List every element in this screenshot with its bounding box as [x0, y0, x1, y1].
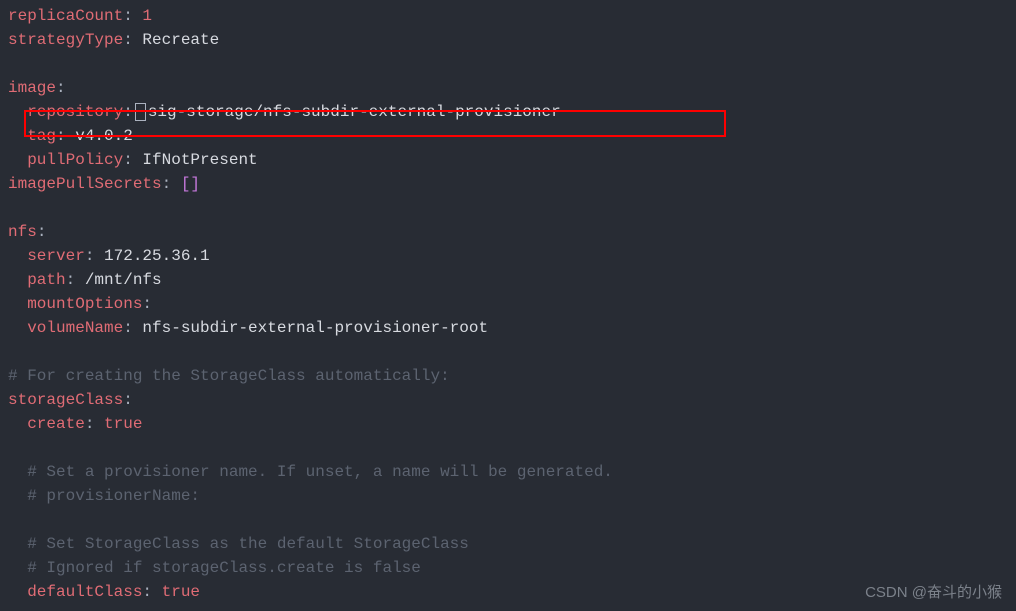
code-line [8, 52, 1016, 76]
yaml-key: strategyType [8, 31, 123, 49]
yaml-key: replicaCount [8, 7, 123, 25]
code-line: storageClass: [8, 388, 1016, 412]
yaml-value: nfs-subdir-external-provisioner-root [142, 319, 488, 337]
yaml-value: Recreate [142, 31, 219, 49]
yaml-key: create [27, 415, 85, 433]
code-line: volumeName: nfs-subdir-external-provisio… [8, 316, 1016, 340]
code-editor[interactable]: replicaCount: 1 strategyType: Recreate i… [0, 4, 1016, 604]
yaml-key: volumeName [27, 319, 123, 337]
code-line: create: true [8, 412, 1016, 436]
yaml-key: server [27, 247, 85, 265]
code-line: strategyType: Recreate [8, 28, 1016, 52]
yaml-value: [] [181, 175, 200, 193]
yaml-key: repository [27, 103, 123, 121]
code-line: # Ignored if storageClass.create is fals… [8, 556, 1016, 580]
code-line [8, 508, 1016, 532]
code-line: # Set a provisioner name. If unset, a na… [8, 460, 1016, 484]
code-line: image: [8, 76, 1016, 100]
code-line: mountOptions: [8, 292, 1016, 316]
yaml-comment: # Ignored if storageClass.create is fals… [27, 559, 421, 577]
yaml-key: tag [27, 127, 56, 145]
code-line [8, 196, 1016, 220]
yaml-key: pullPolicy [27, 151, 123, 169]
yaml-comment: # Set StorageClass as the default Storag… [27, 535, 469, 553]
code-line: nfs: [8, 220, 1016, 244]
code-line: server: 172.25.36.1 [8, 244, 1016, 268]
yaml-key: path [27, 271, 65, 289]
yaml-value: v4.0.2 [75, 127, 133, 145]
yaml-value: 172.25.36.1 [104, 247, 210, 265]
code-line: path: /mnt/nfs [8, 268, 1016, 292]
code-line: repository:sig-storage/nfs-subdir-extern… [8, 100, 1016, 124]
code-line: # For creating the StorageClass automati… [8, 364, 1016, 388]
code-line [8, 436, 1016, 460]
cursor-indicator [135, 103, 146, 121]
yaml-comment: # For creating the StorageClass automati… [8, 367, 450, 385]
code-line: replicaCount: 1 [8, 4, 1016, 28]
yaml-value: sig-storage/nfs-subdir-external-provisio… [148, 103, 561, 121]
watermark-text: CSDN @奋斗的小猴 [865, 581, 1002, 605]
yaml-value: true [104, 415, 142, 433]
yaml-key: imagePullSecrets [8, 175, 162, 193]
yaml-value: 1 [142, 7, 152, 25]
code-line: imagePullSecrets: [] [8, 172, 1016, 196]
yaml-key: image [8, 79, 56, 97]
yaml-key: nfs [8, 223, 37, 241]
code-line: tag: v4.0.2 [8, 124, 1016, 148]
yaml-key: storageClass [8, 391, 123, 409]
code-line: # Set StorageClass as the default Storag… [8, 532, 1016, 556]
code-line: pullPolicy: IfNotPresent [8, 148, 1016, 172]
yaml-key: defaultClass [27, 583, 142, 601]
yaml-comment: # provisionerName: [27, 487, 200, 505]
code-line [8, 340, 1016, 364]
yaml-comment: # Set a provisioner name. If unset, a na… [27, 463, 613, 481]
yaml-key: mountOptions [27, 295, 142, 313]
yaml-value: /mnt/nfs [85, 271, 162, 289]
yaml-value: true [162, 583, 200, 601]
yaml-value: IfNotPresent [142, 151, 257, 169]
code-line: # provisionerName: [8, 484, 1016, 508]
